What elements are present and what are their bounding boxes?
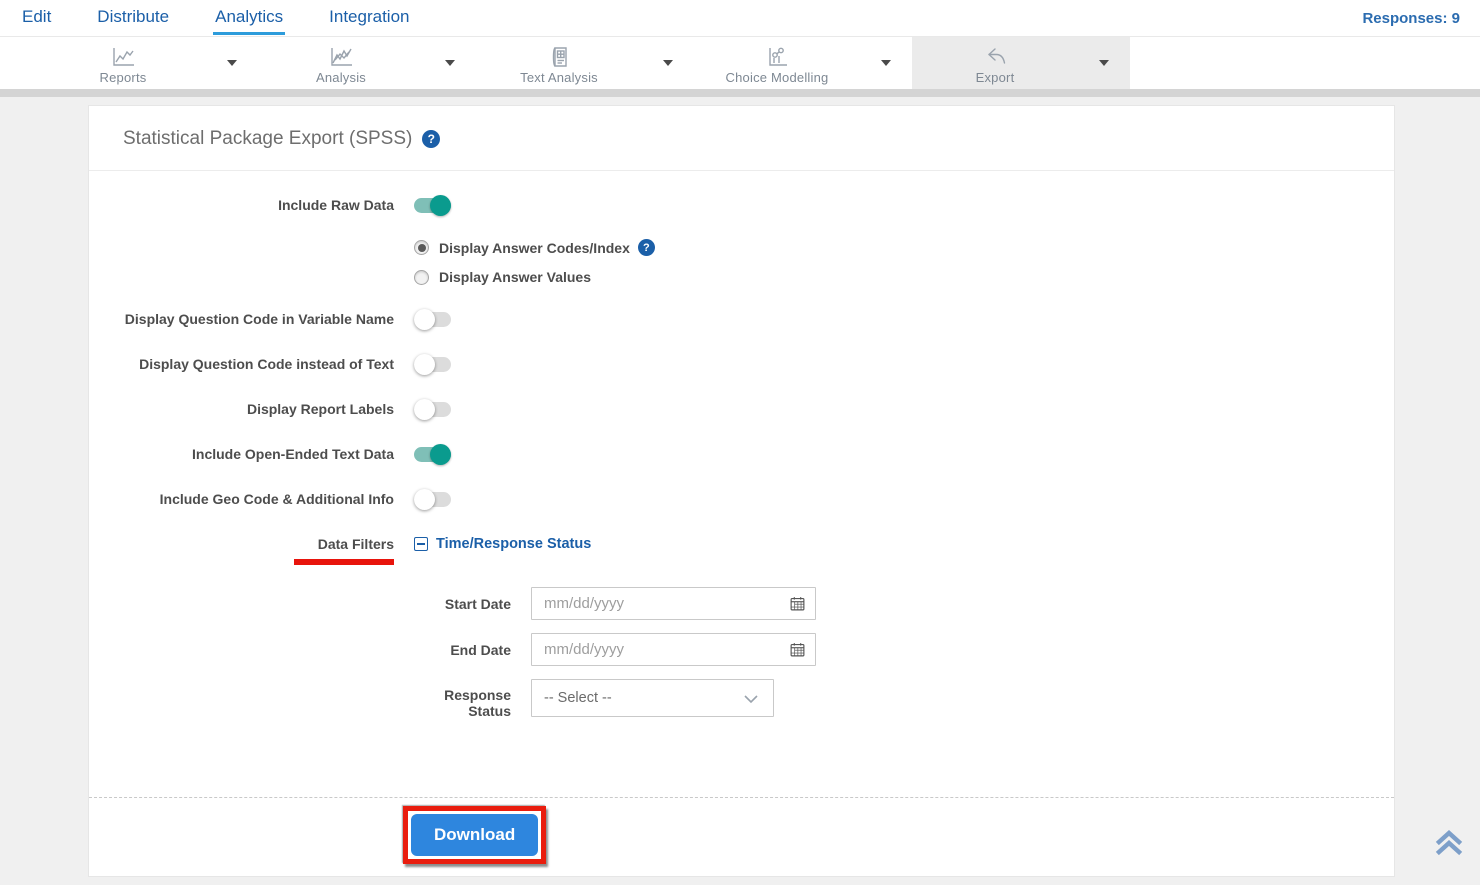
end-date-label: End Date <box>89 642 511 658</box>
chevron-down-icon[interactable] <box>424 37 476 89</box>
toggle-knob <box>430 195 451 216</box>
calendar-icon[interactable] <box>789 641 806 663</box>
document-grid-icon <box>547 46 571 68</box>
setting-label: Include Raw Data <box>89 197 394 213</box>
response-status-label-text: Response Status <box>431 687 511 719</box>
toggle-knob <box>414 489 435 510</box>
nav-distribute[interactable]: Distribute <box>95 1 171 35</box>
trend-chart-icon <box>328 46 354 68</box>
radio-label: Display Answer Codes/Index <box>439 240 630 256</box>
tab-export[interactable]: Export <box>912 37 1130 89</box>
nav-edit[interactable]: Edit <box>20 1 53 35</box>
toggle-knob <box>414 309 435 330</box>
line-chart-icon <box>110 46 136 68</box>
setting-label: Include Geo Code & Additional Info <box>89 491 394 507</box>
toggle-knob <box>414 399 435 420</box>
section-title: Time/Response Status <box>436 536 591 552</box>
question-code-text-toggle[interactable] <box>414 357 451 372</box>
export-options-form: Include Raw Data Display Answer Codes/In… <box>89 171 1394 732</box>
tab-choice-modelling[interactable]: Choice Modelling <box>694 37 912 89</box>
data-filters-row: Data Filters Time/Response Status <box>89 536 1394 565</box>
calendar-icon[interactable] <box>789 595 806 617</box>
chevron-down-icon[interactable] <box>206 37 258 89</box>
include-raw-data-toggle[interactable] <box>414 198 451 213</box>
open-ended-toggle[interactable] <box>414 447 451 462</box>
annotation-underline <box>294 559 394 565</box>
radio-selected-icon <box>414 240 429 255</box>
setting-row: Display Question Code in Variable Name <box>89 311 1394 327</box>
radio-unselected-icon <box>414 270 429 285</box>
geo-code-toggle[interactable] <box>414 492 451 507</box>
nav-integration[interactable]: Integration <box>327 1 411 35</box>
toggle-knob <box>430 444 451 465</box>
report-labels-toggle[interactable] <box>414 402 451 417</box>
toolbar-separator <box>0 89 1480 97</box>
response-status-label: Response Status <box>89 679 511 719</box>
chevron-down-icon <box>743 693 759 709</box>
tab-label: Choice Modelling <box>726 70 829 85</box>
start-date-input[interactable] <box>531 587 816 620</box>
scroll-to-top-icon[interactable] <box>1432 826 1466 865</box>
radio-display-answer-values[interactable]: Display Answer Values <box>414 269 1394 285</box>
end-date-input[interactable] <box>531 633 816 666</box>
download-button[interactable]: Download <box>411 814 538 856</box>
data-filters-label: Data Filters <box>318 536 394 552</box>
setting-row: Display Report Labels <box>89 401 1394 417</box>
setting-row: Display Question Code instead of Text <box>89 356 1394 372</box>
setting-label: Display Question Code in Variable Name <box>89 311 394 327</box>
tab-text-analysis[interactable]: Text Analysis <box>476 37 694 89</box>
start-date-label: Start Date <box>89 596 511 612</box>
help-icon[interactable]: ? <box>638 239 655 256</box>
select-value: -- Select -- <box>544 690 612 706</box>
responses-count: Responses: 9 <box>1362 10 1460 27</box>
start-date-row: Start Date <box>89 587 1394 620</box>
radio-label: Display Answer Values <box>439 269 591 285</box>
time-response-status-section-toggle[interactable]: Time/Response Status <box>414 536 591 552</box>
toggle-knob <box>414 354 435 375</box>
chevron-down-icon[interactable] <box>860 37 912 89</box>
help-icon[interactable]: ? <box>422 130 440 148</box>
radio-display-answer-codes[interactable]: Display Answer Codes/Index ? <box>414 239 1394 256</box>
setting-label: Include Open-Ended Text Data <box>89 446 394 462</box>
page-title: Statistical Package Export (SPSS) <box>123 128 412 150</box>
answer-display-radio-group: Display Answer Codes/Index ? Display Ans… <box>414 239 1394 285</box>
export-arrow-icon <box>982 46 1008 68</box>
chevron-down-icon[interactable] <box>642 37 694 89</box>
response-status-row: Response Status -- Select -- <box>89 679 1394 719</box>
response-status-select[interactable]: -- Select -- <box>531 679 774 717</box>
tab-analysis[interactable]: Analysis <box>258 37 476 89</box>
tab-label: Reports <box>100 70 147 85</box>
question-code-variable-toggle[interactable] <box>414 312 451 327</box>
setting-row: Include Geo Code & Additional Info <box>89 491 1394 507</box>
bubble-chart-icon <box>765 46 789 68</box>
nav-analytics[interactable]: Analytics <box>213 1 285 35</box>
annotation-box: Download <box>403 806 546 864</box>
setting-label: Display Question Code instead of Text <box>89 356 394 372</box>
end-date-row: End Date <box>89 633 1394 666</box>
chevron-down-icon[interactable] <box>1078 37 1130 89</box>
export-settings-panel: Statistical Package Export (SPSS) ? Incl… <box>88 105 1395 877</box>
collapse-minus-icon[interactable] <box>414 537 428 551</box>
tab-label: Export <box>976 70 1015 85</box>
tab-label: Text Analysis <box>520 70 598 85</box>
top-navigation: Edit Distribute Analytics Integration Re… <box>0 0 1480 37</box>
tab-reports[interactable]: Reports <box>40 37 258 89</box>
download-section: Download <box>89 797 1394 876</box>
setting-label: Display Report Labels <box>89 401 394 417</box>
tab-label: Analysis <box>316 70 366 85</box>
setting-row: Include Raw Data <box>89 197 1394 213</box>
analytics-toolbar: Reports Analysis <box>0 37 1480 89</box>
setting-row: Include Open-Ended Text Data <box>89 446 1394 462</box>
